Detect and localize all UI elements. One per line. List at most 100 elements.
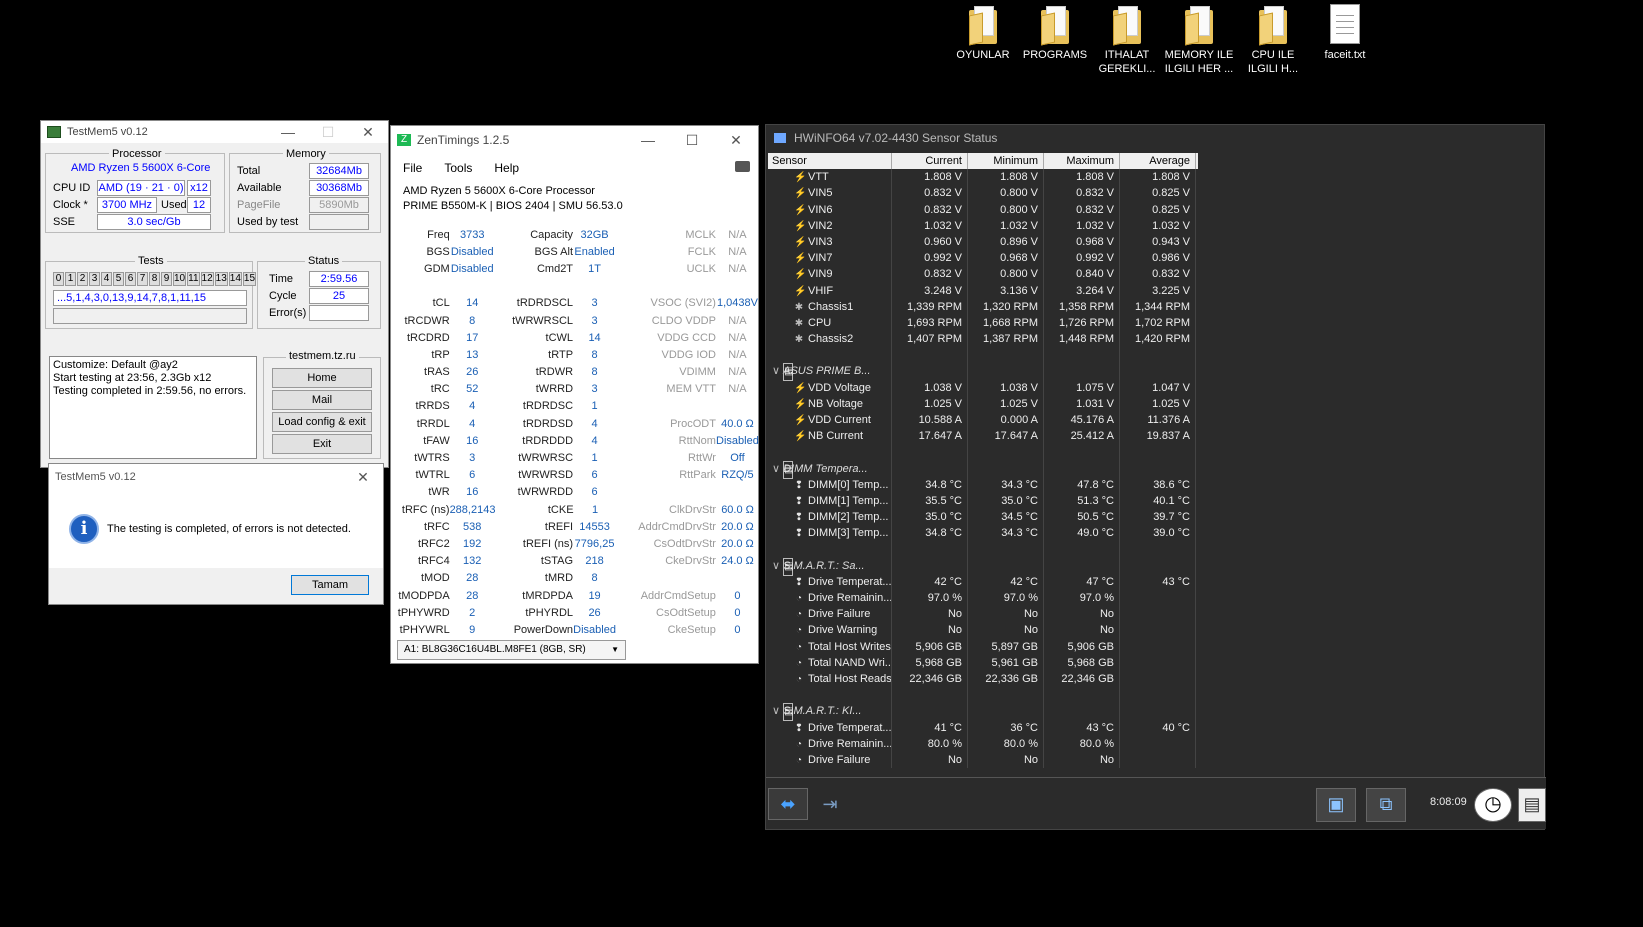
sensor-name: NB Voltage	[808, 397, 864, 410]
testmem-titlebar[interactable]: TestMem5 v0.12 — ☐ ✕	[41, 121, 388, 143]
camera-icon[interactable]	[735, 161, 750, 172]
desktop-folder[interactable]: ITHALAT GEREKLI...	[1091, 4, 1163, 76]
sensor-row[interactable]: ◔ Total NAND Wri... 5,968 GB 5,961 GB 5,968 …	[768, 654, 1198, 671]
ok-button[interactable]: Tamam	[291, 575, 369, 595]
timing-value: Disabled	[573, 623, 616, 636]
sensor-row[interactable]: ❢ Drive Temperat... 41 °C 36 °C 43 °C 40 °C	[768, 719, 1198, 736]
clock-icon[interactable]: ◷	[1474, 788, 1512, 822]
timing-value: 28	[466, 572, 479, 585]
column-header[interactable]: Current	[892, 153, 968, 170]
sensor-value-cell: 34.5 °C	[968, 509, 1044, 526]
sensor-name: Drive Failure	[808, 608, 871, 621]
load-config-button[interactable]: Load config & exit	[272, 412, 372, 432]
hwinfo-titlebar[interactable]: HWiNFO64 v7.02-4430 Sensor Status	[766, 125, 1544, 151]
maximize-button[interactable]: ☐	[308, 124, 348, 141]
desktop-file[interactable]: faceit.txt	[1309, 4, 1381, 62]
close-button[interactable]: ✕	[714, 132, 758, 149]
column-header[interactable]: Average	[1120, 153, 1196, 170]
sensor-row[interactable]: ◔ Drive Remainin... 97.0 % 97.0 % 97.0 %	[768, 590, 1198, 607]
sensor-row[interactable]: ◔ Drive Remainin... 80.0 % 80.0 % 80.0 %	[768, 735, 1198, 752]
sensor-value-cell: 0.896 V	[968, 233, 1044, 251]
zen-titlebar[interactable]: Z ZenTimings 1.2.5 — ☐ ✕	[391, 126, 758, 154]
sensor-row[interactable]: ◔ Drive Failure No No No	[768, 606, 1198, 623]
timing-value: 3	[469, 452, 476, 465]
sensor-row[interactable]: ❢ DIMM[2] Temp... 35.0 °C 34.5 °C 50.5 °C 39.…	[768, 509, 1198, 526]
column-header[interactable]: Minimum	[968, 153, 1044, 170]
column-header[interactable]: Sensor	[768, 153, 892, 170]
mail-button[interactable]: Mail	[272, 390, 372, 410]
chevron-down-icon[interactable]: ∨	[772, 560, 783, 572]
sensor-name-cell: ⚡ NB Current	[768, 428, 892, 445]
timing-value: 1T	[588, 262, 601, 275]
sensor-row[interactable]: ⚡ VDD Current 10.588 A 0.000 A 45.176 A 11.37…	[768, 412, 1198, 429]
report-icon[interactable]: ▤	[1518, 788, 1546, 822]
sensor-row[interactable]: ◔ Total Host Writes 5,906 GB 5,897 GB 5,906 …	[768, 638, 1198, 655]
test-number-box: 7	[137, 272, 148, 286]
sensor-name: S.M.A.R.T.: Sa...	[783, 559, 865, 572]
sensor-row[interactable]: ⚡ VIN5 0.832 V 0.800 V 0.832 V 0.825 V	[768, 185, 1198, 202]
sensor-row[interactable]: ◔ Total Host Reads 22,346 GB 22,336 GB 22,34…	[768, 671, 1198, 688]
desktop-folder[interactable]: CPU ILE ILGILI H...	[1237, 4, 1309, 76]
desktop-folder[interactable]: OYUNLAR	[947, 4, 1019, 62]
network-icon[interactable]: ▣	[1316, 788, 1356, 822]
sensor-row[interactable]: ✱ Chassis2 1,407 RPM 1,387 RPM 1,448 RPM 1,42…	[768, 331, 1198, 348]
sensor-row[interactable]: ⚡ NB Current 17.647 A 17.647 A 25.412 A 19.83…	[768, 428, 1198, 445]
computers-icon[interactable]: ⧉	[1366, 788, 1406, 822]
minimize-button[interactable]: —	[626, 132, 670, 149]
exit-button[interactable]: Exit	[272, 434, 372, 454]
collapse-arrows-button[interactable]: ⇥	[810, 788, 850, 820]
sensor-row[interactable]: ⚡ VIN3 0.960 V 0.896 V 0.968 V 0.943 V	[768, 233, 1198, 251]
dialog-close-button[interactable]: ✕	[343, 469, 383, 486]
sensor-row[interactable]: ❢ DIMM[1] Temp... 35.5 °C 35.0 °C 51.3 °C 40.…	[768, 492, 1198, 510]
sensor-value-cell: 43 °C	[1044, 719, 1120, 736]
sensor-row[interactable]: ✱ CPU 1,693 RPM 1,668 RPM 1,726 RPM 1,702 RPM	[768, 314, 1198, 332]
sensor-row[interactable]: ⚡ VTT 1.808 V 1.808 V 1.808 V 1.808 V	[768, 169, 1198, 186]
sensor-group-row[interactable]: ∨ ▤ S.M.A.R.T.: KI...	[768, 703, 1198, 722]
column-header[interactable]: Maximum	[1044, 153, 1120, 170]
sensor-row[interactable]: ⚡ VHIF 3.248 V 3.136 V 3.264 V 3.225 V	[768, 282, 1198, 299]
chevron-down-icon[interactable]: ∨	[772, 365, 783, 377]
desktop-folder[interactable]: PROGRAMS	[1019, 4, 1091, 62]
expand-arrows-button[interactable]: ⬌	[768, 788, 808, 820]
menu-tools[interactable]: Tools	[444, 161, 472, 175]
menu-file[interactable]: File	[403, 161, 422, 175]
sensor-row[interactable]: ❢ DIMM[3] Temp... 34.8 °C 34.3 °C 49.0 °C 39.…	[768, 525, 1198, 542]
sensor-row[interactable]: ⚡ VDD Voltage 1.038 V 1.038 V 1.075 V 1.047 V	[768, 379, 1198, 396]
sensor-row[interactable]	[768, 347, 1198, 364]
sensor-group-row[interactable]: ∨ ▤ DIMM Tempera...	[768, 460, 1198, 479]
sensor-row[interactable]	[768, 541, 1198, 558]
log-box[interactable]: Customize: Default @ay2 Start testing at…	[49, 356, 257, 459]
sensor-value-cell: 1,320 RPM	[968, 298, 1044, 315]
sensor-row[interactable]: ⚡ VIN7 0.992 V 0.968 V 0.992 V 0.986 V	[768, 250, 1198, 267]
dimm-select[interactable]: A1: BL8G36C16U4BL.M8FE1 (8GB, SR) ▼	[397, 640, 626, 660]
sensor-row[interactable]: ◔ Drive Warning No No No	[768, 622, 1198, 639]
sensor-row[interactable]: ⚡ VIN6 0.832 V 0.800 V 0.832 V 0.825 V	[768, 201, 1198, 218]
timing-label: VDDG IOD	[661, 348, 716, 361]
maximize-button[interactable]: ☐	[670, 132, 714, 149]
chevron-down-icon[interactable]: ∨	[772, 463, 783, 475]
sensor-row[interactable]: ❢ DIMM[0] Temp... 34.8 °C 34.3 °C 47.8 °C 38.…	[768, 476, 1198, 493]
sensor-row[interactable]	[768, 444, 1198, 461]
chevron-down-icon[interactable]: ∨	[772, 705, 783, 717]
sensor-row[interactable]: ✱ Chassis1 1,339 RPM 1,320 RPM 1,358 RPM 1,34…	[768, 298, 1198, 315]
dialog-titlebar[interactable]: TestMem5 v0.12 ✕	[49, 464, 383, 490]
sensor-name: DIMM Tempera...	[783, 462, 868, 475]
sensor-row[interactable]: ⚡ NB Voltage 1.025 V 1.025 V 1.031 V 1.025 V	[768, 395, 1198, 412]
sensor-group-row[interactable]: ∨ ▤ ASUS PRIME B...	[768, 363, 1198, 382]
sensor-row[interactable]: ⚡ VIN9 0.832 V 0.800 V 0.840 V 0.832 V	[768, 266, 1198, 283]
sensor-value-cell: 1.808 V	[1044, 169, 1120, 186]
desktop-folder[interactable]: MEMORY ILE ILGILI HER ...	[1163, 4, 1235, 76]
minimize-button[interactable]: —	[268, 124, 308, 141]
desktop-icon-label: PROGRAMS	[1022, 49, 1088, 61]
menu-help[interactable]: Help	[494, 161, 519, 175]
home-button[interactable]: Home	[272, 368, 372, 388]
sensor-group-row[interactable]: ∨ ▤ S.M.A.R.T.: Sa...	[768, 557, 1198, 576]
sensor-row[interactable]: ⚡ VIN2 1.032 V 1.032 V 1.032 V 1.032 V	[768, 217, 1198, 234]
close-button[interactable]: ✕	[348, 124, 388, 141]
timing-row: tRAS 26 tRDWR 8 VDIMM N/A	[391, 364, 759, 381]
status-label: Status	[305, 255, 343, 267]
sensor-row[interactable]: ◔ Drive Failure No No No	[768, 751, 1198, 769]
sensor-name: VTT	[808, 171, 829, 184]
sensor-row[interactable]	[768, 687, 1198, 704]
sensor-row[interactable]: ❢ Drive Temperat... 42 °C 42 °C 47 °C 43 °C	[768, 573, 1198, 591]
